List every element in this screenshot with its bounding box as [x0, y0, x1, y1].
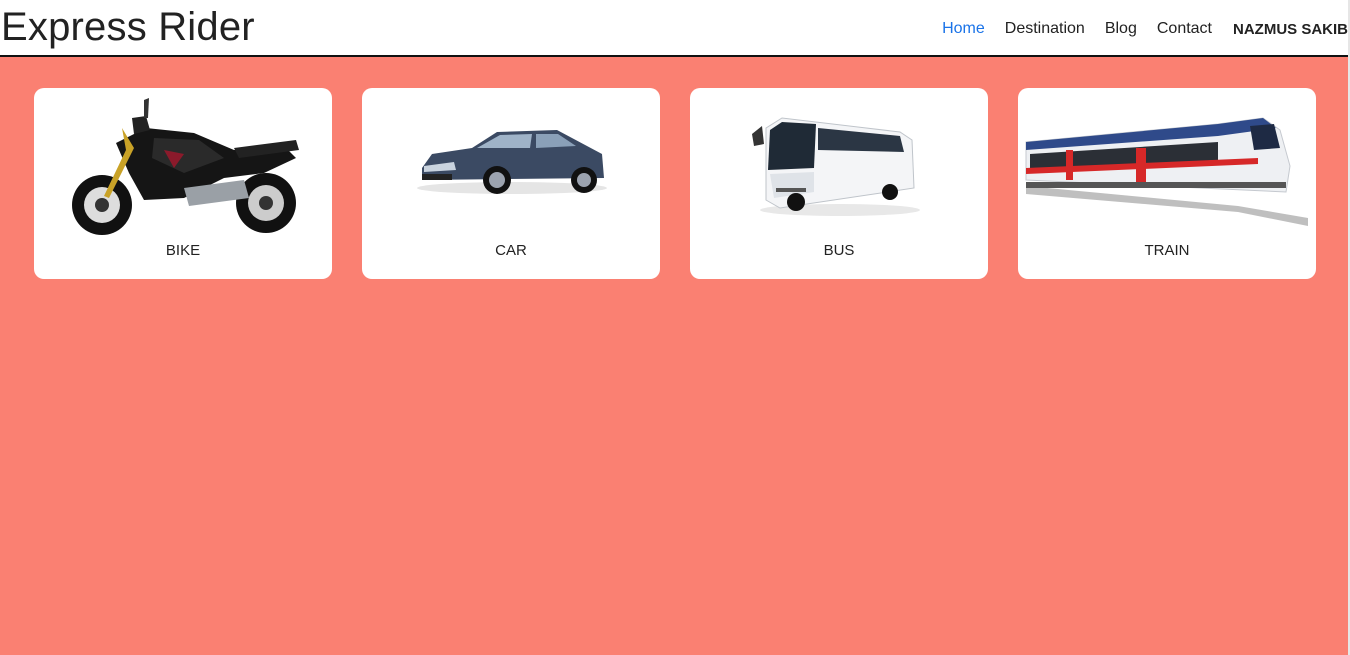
main-content: BIKE CAR BUS TRAIN: [0, 57, 1348, 655]
vehicle-card-bike[interactable]: BIKE: [34, 88, 332, 279]
train-image: [1025, 117, 1308, 226]
bus-image: [752, 117, 920, 216]
site-header: Express Rider Home Destination Blog Cont…: [0, 0, 1348, 57]
motorcycle-image: [72, 98, 299, 235]
vehicle-label: TRAIN: [1144, 242, 1190, 259]
vehicle-card-bus[interactable]: BUS: [690, 88, 988, 279]
vehicle-card-train[interactable]: TRAIN: [1018, 88, 1316, 279]
vehicle-label: CAR: [495, 242, 527, 259]
vehicle-cards: BIKE CAR BUS TRAIN: [34, 88, 1316, 279]
nav-contact[interactable]: Contact: [1157, 17, 1212, 41]
nav-destination[interactable]: Destination: [1005, 17, 1085, 41]
main-nav: Home Destination Blog Contact NAZMUS SAK…: [942, 17, 1348, 41]
vehicle-card-car[interactable]: CAR: [362, 88, 660, 279]
page: Express Rider Home Destination Blog Cont…: [0, 0, 1348, 655]
vehicle-label: BUS: [823, 242, 855, 259]
car-image: [417, 130, 607, 194]
user-name[interactable]: NAZMUS SAKIB: [1233, 21, 1348, 38]
brand-title[interactable]: Express Rider: [1, 2, 255, 52]
nav-home[interactable]: Home: [942, 17, 985, 41]
nav-blog[interactable]: Blog: [1105, 17, 1137, 41]
vehicle-label: BIKE: [165, 242, 201, 259]
